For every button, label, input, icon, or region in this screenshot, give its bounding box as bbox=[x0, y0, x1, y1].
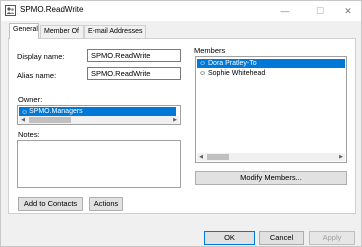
modify-members-button[interactable]: Modify Members... bbox=[195, 171, 347, 185]
scroll-left-icon[interactable]: ◀ bbox=[197, 153, 205, 161]
list-item[interactable]: ☺ Dora Pratley-To bbox=[197, 59, 345, 68]
apply-button[interactable]: Apply bbox=[309, 231, 355, 245]
display-name-label: Display name: bbox=[17, 52, 65, 61]
scroll-right-icon[interactable]: ▶ bbox=[337, 153, 345, 161]
display-name-field[interactable]: SPMO.ReadWrite bbox=[87, 49, 181, 62]
contact-group-icon bbox=[5, 5, 16, 16]
maximize-button[interactable]: ☐ bbox=[306, 3, 334, 19]
member-name: Dora Pratley-To bbox=[208, 60, 257, 67]
scroll-left-icon[interactable]: ◀ bbox=[19, 116, 27, 124]
scroll-thumb[interactable] bbox=[207, 154, 229, 160]
add-to-contacts-button[interactable]: Add to Contacts bbox=[18, 197, 83, 211]
owner-label: Owner: bbox=[18, 95, 43, 104]
members-label: Members bbox=[194, 46, 226, 55]
members-list[interactable]: ☺ Dora Pratley-To ☺ Sophie Whitehead ◀ ▶ bbox=[195, 56, 347, 163]
owner-horizontal-scrollbar[interactable]: ◀ ▶ bbox=[19, 116, 179, 124]
window-title: SPMO.ReadWrite bbox=[20, 5, 84, 14]
owner-list[interactable]: ☺ SPMO.Managers ◀ ▶ bbox=[17, 105, 181, 125]
scroll-thumb[interactable] bbox=[29, 117, 71, 123]
scroll-right-icon[interactable]: ▶ bbox=[171, 116, 179, 124]
dialog-window: SPMO.ReadWrite — ☐ ✕ General Member Of E… bbox=[0, 0, 362, 247]
list-item[interactable]: ☺ SPMO.Managers bbox=[19, 107, 176, 116]
tab-general[interactable]: General bbox=[9, 23, 39, 39]
actions-button[interactable]: Actions bbox=[89, 197, 123, 211]
notes-label: Notes: bbox=[18, 130, 40, 139]
tab-member-of[interactable]: Member Of bbox=[40, 25, 84, 38]
person-icon: ☺ bbox=[199, 70, 207, 77]
alias-name-field[interactable]: SPMO.ReadWrite bbox=[87, 67, 181, 80]
owner-item-label: SPMO.Managers bbox=[29, 108, 83, 115]
list-item[interactable]: ☺ Sophie Whitehead bbox=[197, 69, 345, 78]
general-panel: Display name: SPMO.ReadWrite Alias name:… bbox=[8, 38, 356, 214]
person-icon: ☺ bbox=[199, 60, 207, 67]
alias-name-label: Alias name: bbox=[17, 71, 57, 80]
member-name: Sophie Whitehead bbox=[208, 70, 266, 77]
ok-button[interactable]: OK bbox=[204, 231, 255, 245]
notes-textarea[interactable] bbox=[17, 140, 181, 188]
title-bar: SPMO.ReadWrite — ☐ ✕ bbox=[1, 1, 361, 21]
close-button[interactable]: ✕ bbox=[334, 3, 362, 19]
tab-email-addresses[interactable]: E-mail Addresses bbox=[84, 25, 146, 38]
cancel-button[interactable]: Cancel bbox=[259, 231, 304, 245]
minimize-button[interactable]: — bbox=[271, 3, 299, 19]
members-horizontal-scrollbar[interactable]: ◀ ▶ bbox=[197, 153, 345, 161]
